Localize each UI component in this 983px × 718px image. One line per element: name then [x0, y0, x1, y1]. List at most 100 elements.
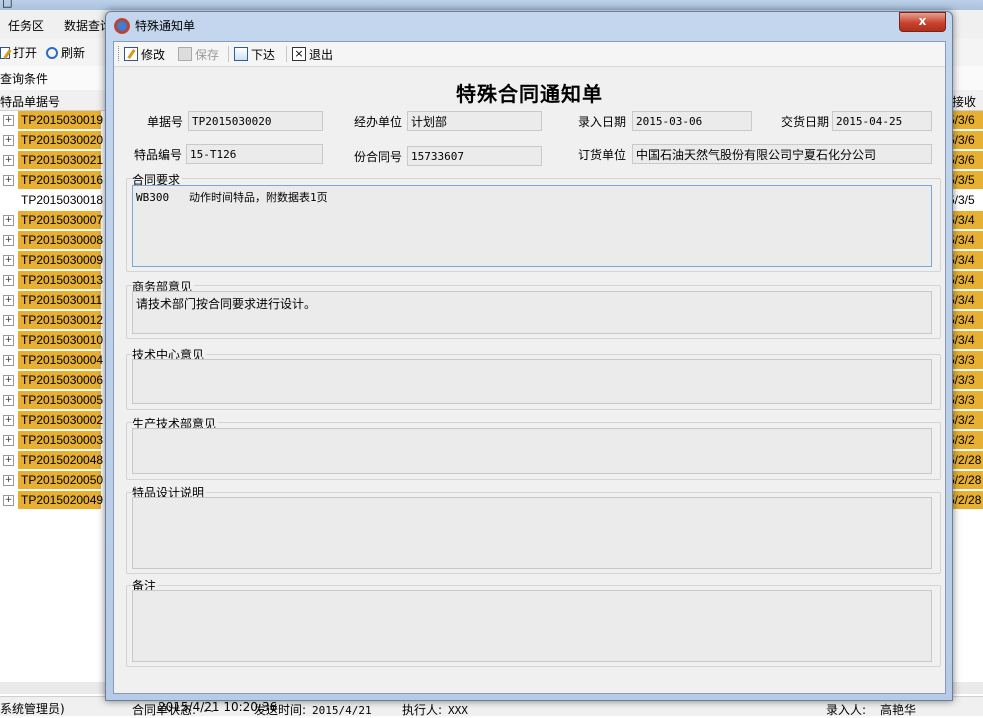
open-button[interactable]: 打开	[0, 44, 37, 61]
expand-icon[interactable]: +	[3, 355, 14, 366]
row-doc-id: TP2015020050	[18, 471, 103, 489]
row-doc-id: TP2015030021	[18, 151, 103, 169]
row-receive-date: 5/3/4	[948, 271, 983, 289]
query-condition-label: 查询条件	[0, 72, 49, 86]
main-window-titlebar: □	[0, 0, 983, 10]
expand-icon[interactable]: +	[3, 115, 14, 126]
delivery-date-field[interactable]: 2015-04-25	[832, 111, 932, 131]
entry-date-label: 录入日期	[578, 115, 627, 129]
design-notes-textarea[interactable]	[132, 497, 932, 569]
product-no-field[interactable]: 15-T126	[186, 144, 323, 164]
dispatch-icon	[234, 47, 248, 61]
tech-center-opinion-textarea[interactable]	[132, 359, 932, 404]
expand-icon[interactable]: +	[3, 155, 14, 166]
customer-label: 订货单位	[578, 148, 627, 162]
dept-label: 经办单位	[354, 115, 403, 129]
dialog-toolbar: 修改 保存 下达 × 退出	[114, 42, 945, 67]
exit-label: 退出	[309, 47, 334, 62]
refresh-button[interactable]: 刷新	[46, 44, 85, 61]
dialog-title: 特殊通知单	[135, 19, 196, 33]
row-doc-id: TP2015030003	[18, 431, 103, 449]
row-doc-id: TP2015020048	[18, 451, 103, 469]
dept-field[interactable]: 计划部	[407, 111, 542, 131]
contract-no-field[interactable]: 15733607	[407, 146, 542, 166]
row-receive-date: 5/3/4	[948, 211, 983, 229]
dialog-body: 修改 保存 下达 × 退出 特殊合同通知单 单据号 TP2015030020 经…	[113, 41, 946, 717]
close-button[interactable]: x	[899, 12, 946, 32]
business-opinion-textarea[interactable]: 请技术部门按合同要求进行设计。	[132, 291, 932, 334]
expand-icon[interactable]: +	[3, 135, 14, 146]
sent-time: 发送时间: 2015/4/21	[254, 701, 372, 718]
expand-icon[interactable]: +	[3, 295, 14, 306]
exit-icon: ×	[292, 47, 306, 61]
row-doc-id: TP2015020049	[18, 491, 103, 509]
special-notice-dialog: 特殊通知单 x 修改 保存 下达 × 退出 特殊合同通知单 单据号 TP2015…	[105, 11, 953, 717]
row-receive-date: 5/3/2	[948, 431, 983, 449]
toolbar-grip[interactable]	[118, 46, 121, 61]
row-doc-id: TP2015030007	[18, 211, 103, 229]
expand-icon[interactable]: +	[3, 215, 14, 226]
row-doc-id: TP2015030018	[21, 193, 104, 207]
toolbar-separator	[286, 46, 287, 62]
expand-icon[interactable]: +	[3, 255, 14, 266]
toolbar-separator	[228, 46, 229, 62]
row-doc-id: TP2015030012	[18, 311, 103, 329]
expand-icon[interactable]: +	[3, 275, 14, 286]
sent-time-value: 2015/4/21	[312, 704, 372, 717]
expand-icon[interactable]: +	[3, 435, 14, 446]
row-receive-date: 5/3/4	[948, 231, 983, 249]
refresh-icon	[46, 46, 58, 59]
column-header-id[interactable]: 特品单据号	[0, 93, 60, 110]
row-receive-date: 5/3/6	[948, 151, 983, 169]
executor-value: XXX	[448, 704, 468, 717]
expand-icon[interactable]: +	[3, 335, 14, 346]
entered-by: 录入人: 高艳华	[826, 701, 916, 718]
expand-icon[interactable]: +	[3, 395, 14, 406]
row-receive-date: 5/3/4	[948, 251, 983, 269]
dispatch-label: 下达	[251, 47, 276, 62]
save-button[interactable]: 保存	[178, 45, 219, 63]
exit-button[interactable]: × 退出	[292, 45, 333, 63]
row-doc-id: TP2015030004	[18, 351, 103, 369]
expand-icon[interactable]: +	[3, 455, 14, 466]
expand-icon[interactable]: +	[3, 375, 14, 386]
doc-no-field[interactable]: TP2015030020	[188, 111, 323, 131]
status-user: 系统管理员)	[0, 702, 65, 716]
row-receive-date: 5/3/4	[948, 311, 983, 329]
main-window-title: □	[2, 0, 13, 9]
entry-date-field[interactable]: 2015-03-06	[632, 111, 752, 131]
production-opinion-textarea[interactable]	[132, 428, 932, 474]
expand-icon[interactable]: +	[3, 475, 14, 486]
expand-icon[interactable]: +	[3, 175, 14, 186]
save-label: 保存	[195, 47, 220, 62]
row-receive-date: 5/3/4	[948, 291, 983, 309]
row-doc-id: TP2015030013	[18, 271, 103, 289]
contract-no-label: 份合同号	[354, 150, 403, 164]
remarks-textarea[interactable]	[132, 590, 932, 662]
customer-field[interactable]: 中国石油天然气股份有限公司宁夏石化分公司	[632, 144, 932, 164]
expand-icon[interactable]: +	[3, 495, 14, 506]
expand-icon[interactable]: +	[3, 235, 14, 246]
open-icon	[0, 46, 10, 59]
app-logo-icon	[114, 17, 130, 34]
dialog-titlebar: 特殊通知单	[114, 17, 195, 34]
row-receive-date: 5/3/3	[948, 351, 983, 369]
row-receive-date: 5/3/2	[948, 411, 983, 429]
edit-icon	[124, 47, 138, 61]
refresh-label: 刷新	[61, 46, 86, 60]
expand-icon[interactable]: +	[3, 415, 14, 426]
row-doc-id: TP2015030002	[18, 411, 103, 429]
product-no-label: 特品编号	[134, 148, 183, 162]
edit-button[interactable]: 修改	[124, 45, 165, 63]
row-receive-date: 5/3/5	[948, 193, 975, 207]
row-doc-id: TP2015030010	[18, 331, 103, 349]
row-receive-date: 5/2/28	[948, 451, 983, 469]
expand-icon[interactable]: +	[3, 315, 14, 326]
row-receive-date: 5/3/3	[948, 391, 983, 409]
dispatch-button[interactable]: 下达	[234, 45, 275, 63]
row-receive-date: 5/3/6	[948, 111, 983, 129]
menu-task-area[interactable]: 任务区	[8, 17, 44, 34]
row-doc-id: TP2015030020	[18, 131, 103, 149]
row-doc-id: TP2015030008	[18, 231, 103, 249]
requirements-textarea[interactable]: WB300 动作时间特品，附数据表1页	[132, 185, 932, 267]
